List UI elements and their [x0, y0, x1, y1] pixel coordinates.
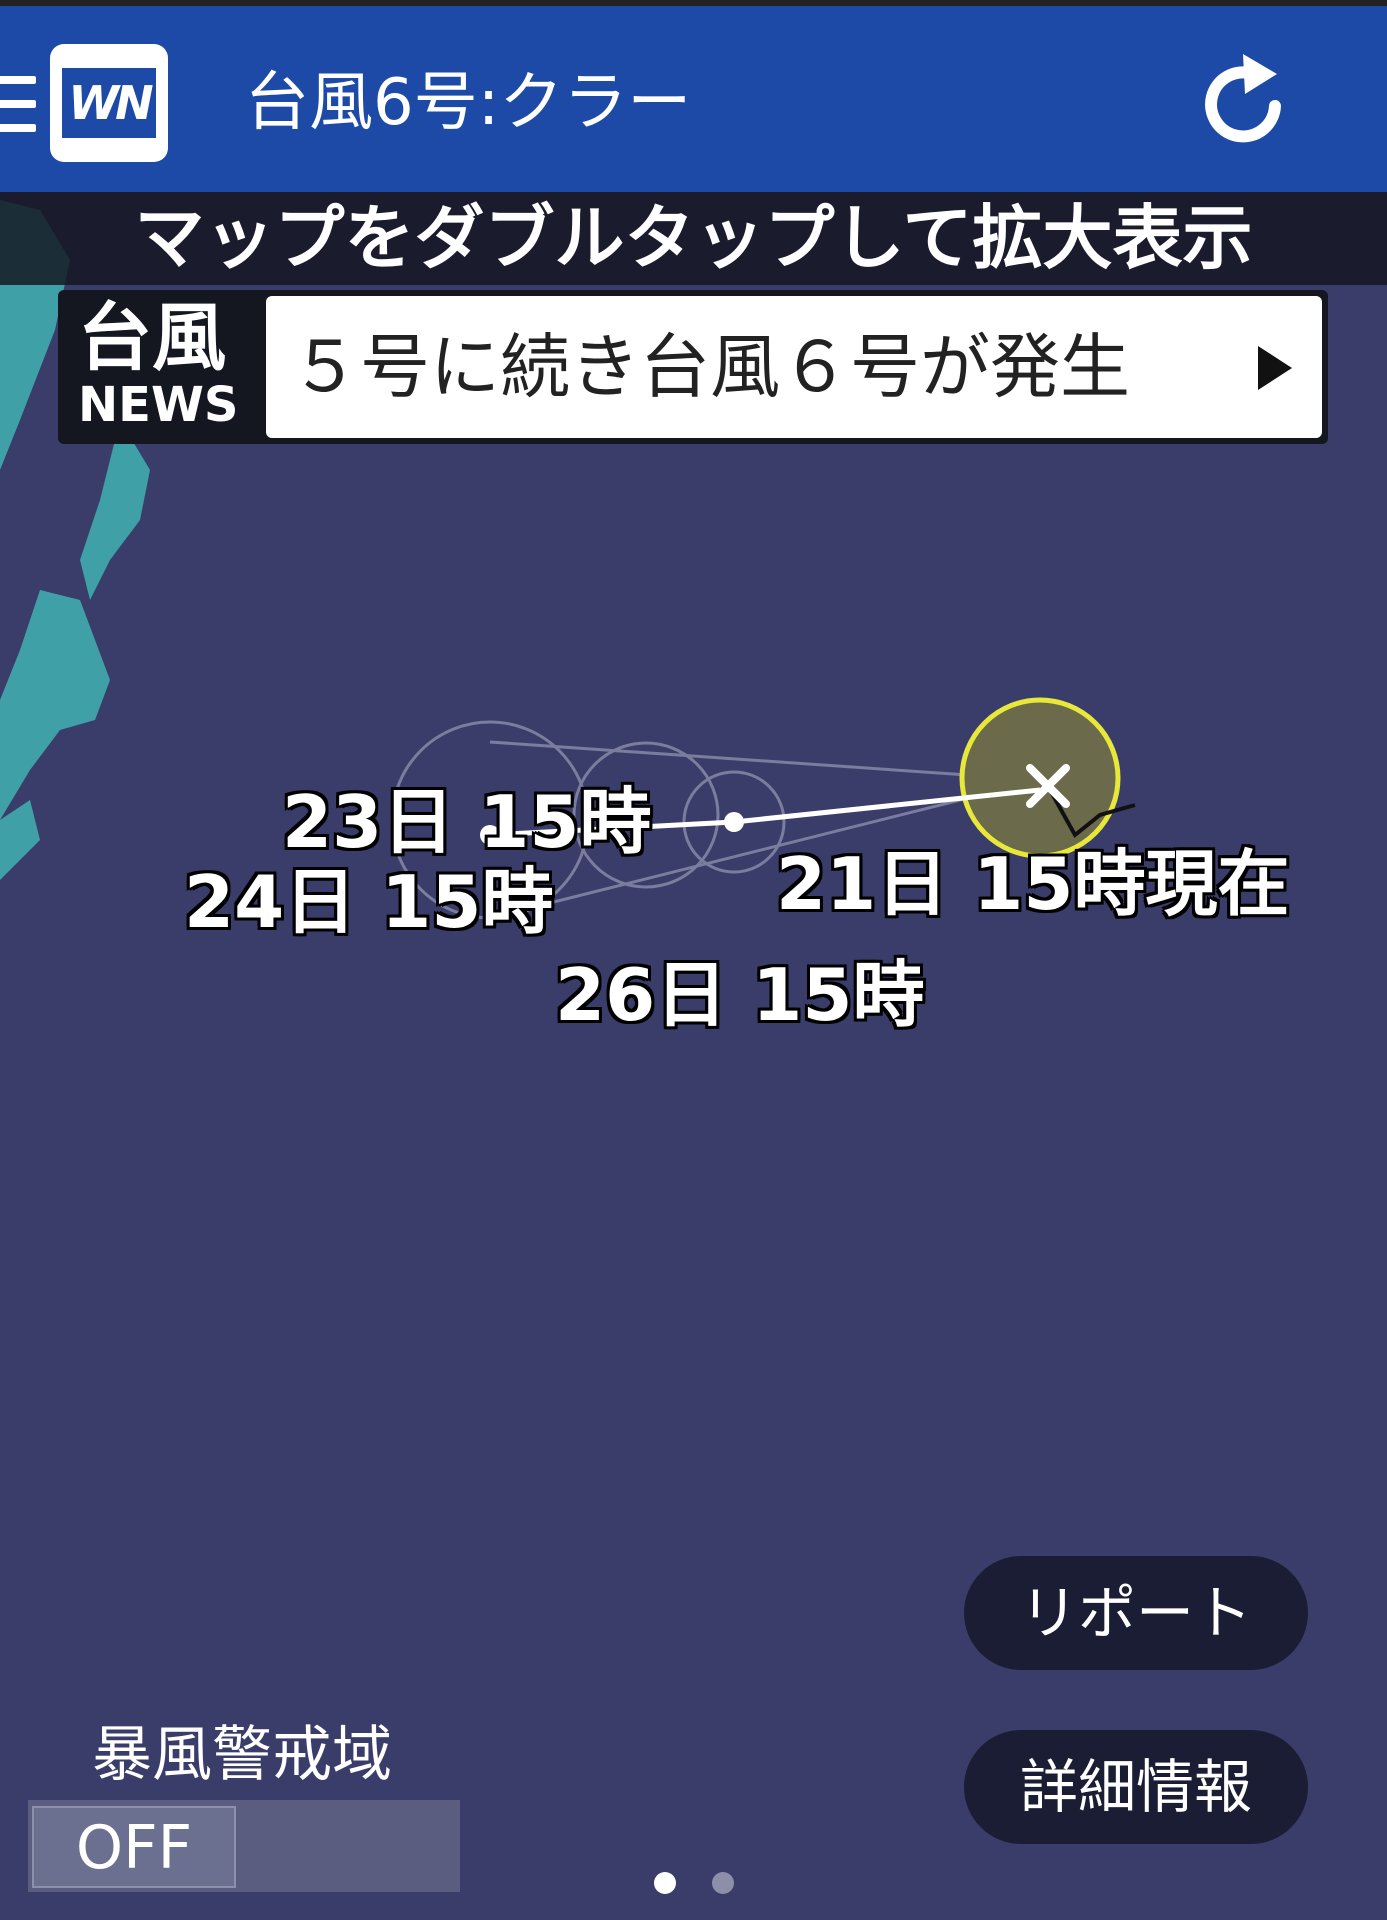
storm-zone-toggle[interactable]: OFF — [28, 1800, 460, 1892]
details-button[interactable]: 詳細情報 — [964, 1730, 1308, 1844]
logo-text: WN — [62, 68, 156, 138]
track-point-23 — [724, 812, 744, 832]
play-icon[interactable] — [1258, 346, 1292, 390]
news-headline-box[interactable]: ５号に続き台風６号が発生 — [266, 296, 1322, 438]
app-header: WN 台風6号:クラー — [0, 0, 1387, 192]
weathernews-logo[interactable]: WN — [50, 44, 168, 162]
news-badge: 台風 NEWS — [78, 298, 298, 438]
double-tap-hint: マップをダブルタップして拡大表示 — [134, 197, 1253, 279]
news-badge-subtitle: NEWS — [78, 377, 239, 433]
menu-icon[interactable] — [0, 76, 36, 136]
forecast-label-23: 23日 15時 — [282, 780, 652, 864]
double-tap-hint-bar: マップをダブルタップして拡大表示 — [0, 192, 1387, 285]
page-dot-2[interactable] — [712, 1872, 734, 1894]
current-position-label: 21日 15時現在 — [776, 842, 1290, 926]
page-title: 台風6号:クラー — [245, 66, 692, 140]
storm-zone-label: 暴風警戒域 — [92, 1720, 392, 1790]
toggle-knob[interactable]: OFF — [32, 1806, 236, 1888]
page-dot-1[interactable] — [654, 1872, 676, 1894]
refresh-icon[interactable] — [1195, 48, 1295, 158]
news-badge-title: 台風 — [78, 295, 226, 381]
news-ticker[interactable]: 台風 NEWS ５号に続き台風６号が発生 — [58, 290, 1328, 444]
forecast-label-26: 26日 15時 — [555, 953, 925, 1037]
forecast-label-24: 24日 15時 — [184, 860, 554, 944]
news-headline: ５号に続き台風６号が発生 — [290, 326, 1130, 408]
report-button[interactable]: リポート — [964, 1556, 1308, 1670]
